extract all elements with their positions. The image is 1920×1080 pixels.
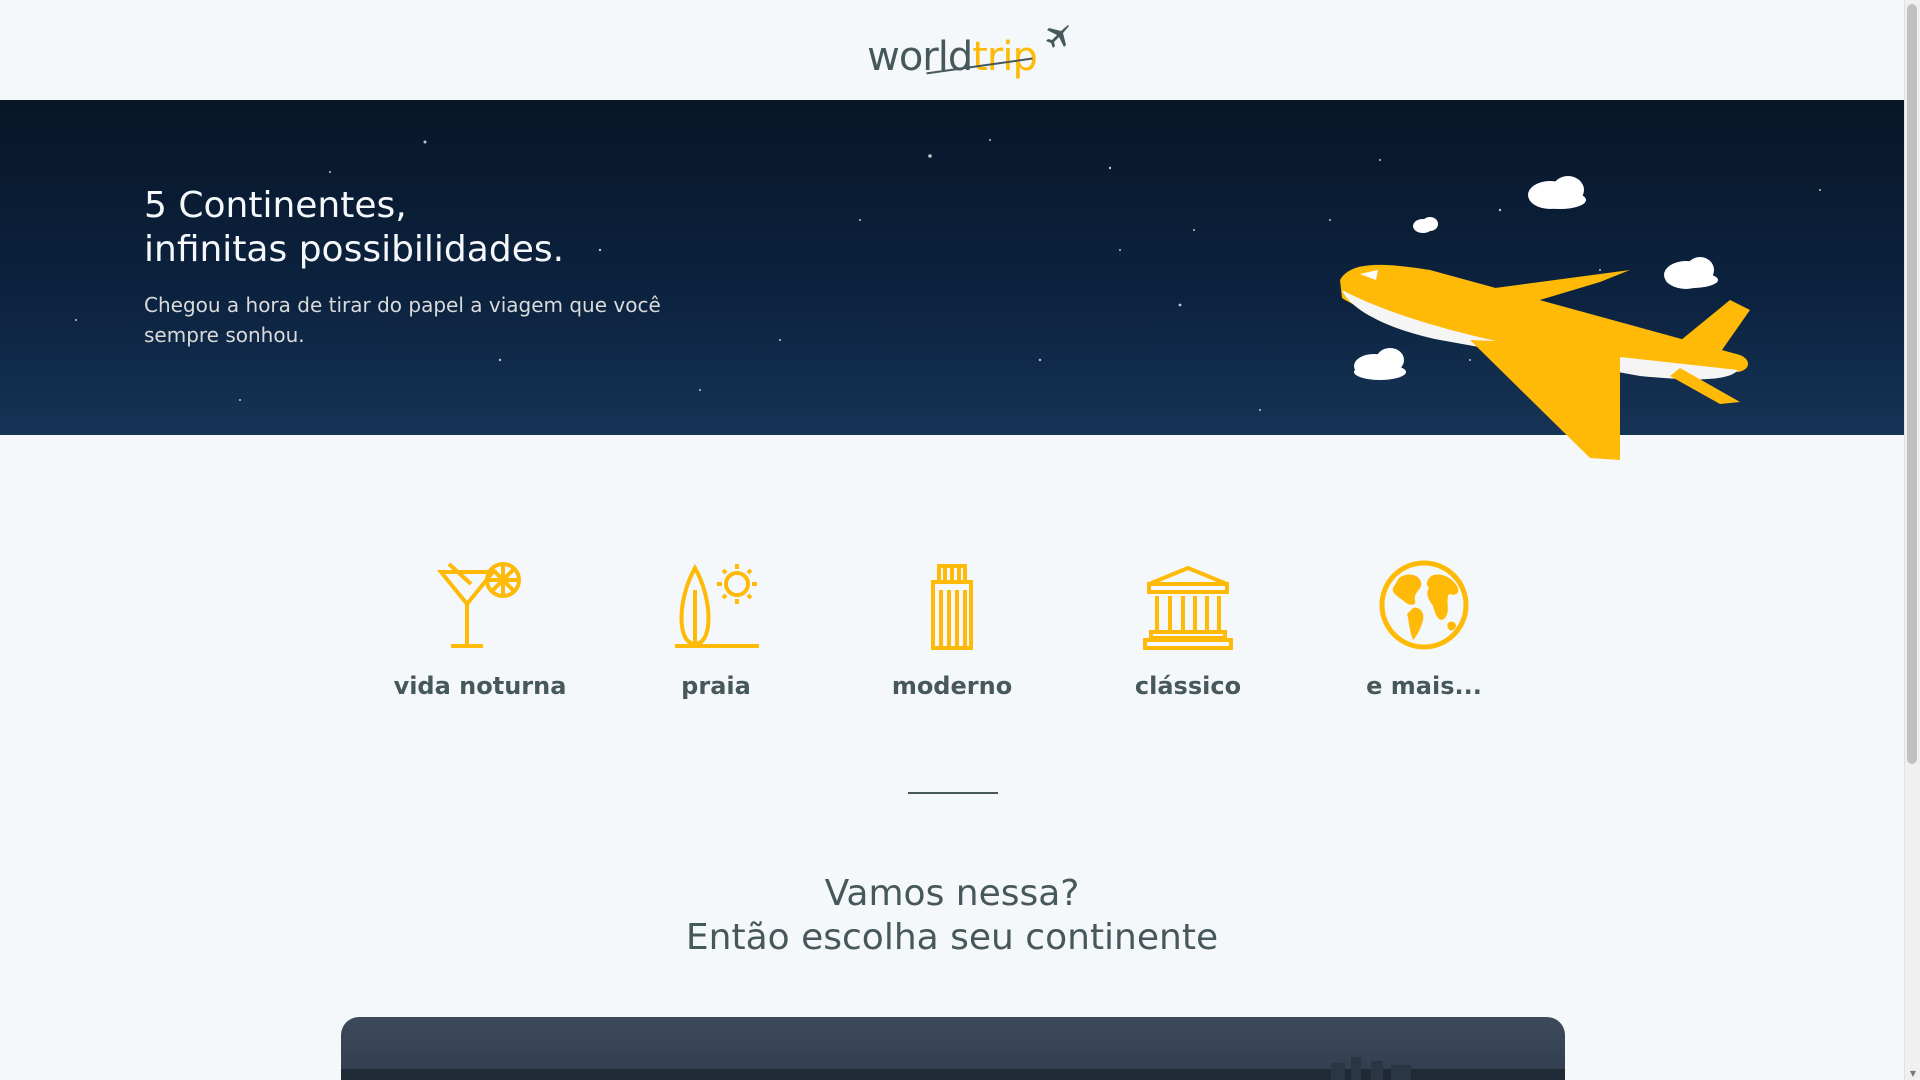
- scrollbar-thumb[interactable]: [1907, 4, 1917, 764]
- hero-title: 5 Continentes, infinitas possibilidades.: [144, 184, 564, 272]
- airplane-icon: [1045, 25, 1069, 48]
- building-icon: [931, 564, 973, 650]
- category-label: clássico: [1134, 672, 1242, 700]
- category-classico[interactable]: clássico: [1070, 560, 1306, 700]
- continent-slider[interactable]: [341, 1017, 1565, 1080]
- cta-line2: Então escolha seu continente: [685, 917, 1219, 958]
- hero-title-line2: infinitas possibilidades.: [144, 229, 565, 270]
- cocktail-icon: [436, 562, 521, 648]
- city-skyline-image: [341, 1057, 1565, 1080]
- globe-icon: [1379, 560, 1469, 650]
- scroll-down-icon[interactable]: ▼: [1910, 1069, 1916, 1078]
- category-label: praia: [681, 672, 751, 700]
- category-vida-noturna[interactable]: vida noturna: [362, 560, 598, 700]
- category-label: e mais...: [1366, 672, 1482, 700]
- logo-trip-text: trip: [972, 34, 1038, 80]
- page-scrollbar[interactable]: ▲ ▼: [1904, 0, 1920, 1080]
- continent-cta-heading: Vamos nessa? Então escolha seu continent…: [0, 872, 1904, 960]
- airplane-illustration: [1340, 176, 1750, 460]
- category-label: vida noturna: [393, 672, 567, 700]
- category-moderno[interactable]: moderno: [834, 560, 1070, 700]
- category-label: moderno: [891, 672, 1013, 700]
- hero-subtitle: Chegou a hora de tirar do papel a viagem…: [144, 293, 661, 347]
- cta-line1: Vamos nessa?: [824, 873, 1080, 914]
- logo-world-text: world: [867, 34, 973, 80]
- category-praia[interactable]: praia: [598, 560, 834, 700]
- travel-categories: vida noturna praia moderno clássico e ma…: [0, 560, 1904, 700]
- museum-icon: [1143, 565, 1233, 650]
- section-divider: [908, 792, 998, 794]
- category-e-mais[interactable]: e mais...: [1306, 560, 1542, 700]
- header: world trip: [0, 0, 1904, 100]
- hero-title-line1: 5 Continentes,: [144, 185, 407, 226]
- logo[interactable]: world trip: [867, 20, 1069, 80]
- surfboard-sun-icon: [675, 563, 759, 648]
